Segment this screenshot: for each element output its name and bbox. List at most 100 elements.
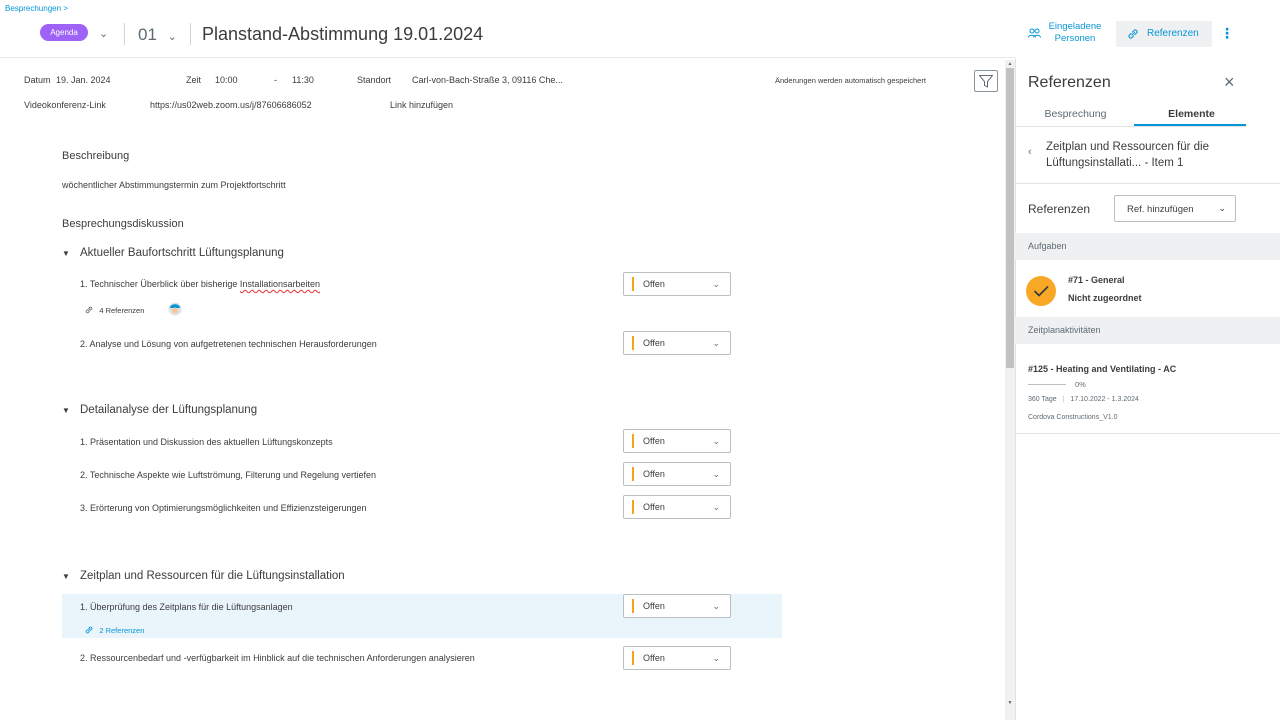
breadcrumb-chevron-icon: > xyxy=(63,4,68,13)
agenda-item-text[interactable]: 2. Technische Aspekte wie Luftströmung, … xyxy=(80,470,376,480)
agenda-group-title: Aktueller Baufortschritt Lüftungsplanung xyxy=(80,247,284,259)
scrollbar-thumb[interactable] xyxy=(1006,68,1014,368)
tab-divider xyxy=(1015,126,1246,127)
references-link[interactable]: 4 Referenzen xyxy=(84,302,144,316)
date-value[interactable]: 19. Jan. 2024 xyxy=(56,75,111,85)
chevron-down-icon: ⌄ xyxy=(167,31,177,43)
date-label: Datum xyxy=(24,75,51,85)
agenda-group-header[interactable]: ▼ Detailanalyse der Lüftungsplanung xyxy=(62,404,257,416)
time-start[interactable]: 10:00 xyxy=(215,75,238,85)
task-title[interactable]: #71 - General xyxy=(1068,275,1125,285)
spellcheck-word: Installationsarbeiten xyxy=(239,279,320,289)
location-value[interactable]: Carl-von-Bach-Straße 3, 09116 Che... xyxy=(412,75,563,85)
chevron-down-icon: ⌄ xyxy=(712,469,720,479)
references-button[interactable]: Referenzen xyxy=(1116,21,1212,47)
task-status-icon xyxy=(1026,276,1056,306)
status-indicator xyxy=(632,336,634,350)
agenda-item-text[interactable]: 2. Analyse und Lösung von aufgetretenen … xyxy=(80,339,377,349)
status-dropdown[interactable]: Offen ⌄ xyxy=(623,429,731,453)
agenda-item-text[interactable]: 1. Präsentation und Diskussion des aktue… xyxy=(80,437,333,447)
status-dropdown[interactable]: Offen ⌄ xyxy=(623,495,731,519)
agenda-item-text[interactable]: 1. Überprüfung des Zeitplans für die Lüf… xyxy=(80,602,293,612)
references-count: 2 Referenzen xyxy=(99,626,145,635)
scroll-up-arrow-icon[interactable]: ▲ xyxy=(1006,61,1014,67)
breadcrumb[interactable]: Besprechungen > xyxy=(5,4,68,13)
description-heading: Beschreibung xyxy=(62,150,130,162)
references-button-label: Referenzen xyxy=(1147,28,1199,39)
agenda-item-text[interactable]: 2. Ressourcenbedarf und -verfügbarkeit i… xyxy=(80,653,475,663)
references-link[interactable]: 2 Referenzen xyxy=(84,622,144,636)
references-section-label: Referenzen xyxy=(1028,202,1091,216)
tab-besprechung[interactable]: Besprechung xyxy=(1018,108,1133,120)
agenda-item-text[interactable]: 3. Erörterung von Optimierungsmöglichkei… xyxy=(80,503,367,513)
panel-divider xyxy=(1015,433,1280,434)
status-dropdown[interactable]: Offen ⌄ xyxy=(623,331,731,355)
breadcrumb-link[interactable]: Besprechungen xyxy=(5,4,61,13)
time-end[interactable]: 11:30 xyxy=(292,75,314,85)
selected-item-title: Zeitplan und Ressourcen für die Lüftungs… xyxy=(1046,139,1251,171)
activity-progress: 0% xyxy=(1075,380,1086,389)
chevron-down-icon: ⌄ xyxy=(712,601,720,611)
filter-button[interactable] xyxy=(974,70,998,92)
item-number: 01 xyxy=(138,25,157,44)
selected-item-title-line1: Zeitplan und Ressourcen für die xyxy=(1046,141,1210,153)
activities-section-header: Zeitplanaktivitäten xyxy=(1015,317,1280,344)
video-link[interactable]: https://us02web.zoom.us/j/87606686052 xyxy=(150,100,312,110)
chevron-down-icon: ⌄ xyxy=(712,436,720,446)
invite-label-line2: Personen xyxy=(1054,33,1096,44)
agenda-group-title: Zeitplan und Ressourcen für die Lüftungs… xyxy=(80,570,345,582)
panel-divider xyxy=(1015,183,1280,184)
link-icon xyxy=(1128,29,1138,39)
activity-project: Cordova Constructions_V1.0 xyxy=(1028,414,1118,421)
status-dropdown[interactable]: Offen ⌄ xyxy=(623,462,731,486)
more-options-icon[interactable]: ⋮ xyxy=(1220,26,1234,42)
add-link-button[interactable]: Link hinzufügen xyxy=(390,100,453,110)
status-label: Offen xyxy=(643,653,665,663)
agenda-item-text: 1. Technischer Überblick über bisherige xyxy=(80,279,240,289)
location-label: Standort xyxy=(357,75,392,85)
references-count: 4 Referenzen xyxy=(99,306,145,315)
status-dropdown[interactable]: Offen ⌄ xyxy=(623,646,731,670)
status-label: Offen xyxy=(643,502,665,512)
activity-title[interactable]: #125 - Heating and Ventilating - AC xyxy=(1028,364,1176,374)
item-number-select[interactable]: 01 ⌄ xyxy=(138,25,177,45)
collapse-triangle-icon[interactable]: ▼ xyxy=(62,249,80,258)
status-label: Offen xyxy=(643,279,665,289)
invite-label-line1: Eingeladene xyxy=(1048,21,1102,32)
chevron-down-icon: ⌄ xyxy=(712,502,720,512)
link-icon xyxy=(85,306,93,314)
chevron-down-icon: ⌄ xyxy=(712,338,720,348)
status-indicator xyxy=(632,651,634,665)
chevron-down-icon[interactable]: ⌄ xyxy=(99,27,108,40)
chevron-down-icon: ⌄ xyxy=(712,653,720,663)
activity-dates: 17.10.2022 - 1.3.2024 xyxy=(1070,396,1139,403)
invited-people-button[interactable]: Eingeladene Personen xyxy=(1028,20,1108,50)
avatar-icon[interactable] xyxy=(167,302,183,316)
description-text[interactable]: wöchentlicher Abstimmungstermin zum Proj… xyxy=(62,180,286,190)
time-label: Zeit xyxy=(186,75,202,85)
page-title[interactable]: Planstand-Abstimmung 19.01.2024 xyxy=(202,24,483,45)
collapse-triangle-icon[interactable]: ▼ xyxy=(62,572,80,581)
tab-elemente[interactable]: Elemente xyxy=(1134,108,1249,120)
header-divider-line xyxy=(0,57,1015,58)
collapse-triangle-icon[interactable]: ▼ xyxy=(62,406,80,415)
status-indicator xyxy=(632,434,634,448)
status-label: Offen xyxy=(643,601,665,611)
agenda-group-header[interactable]: ▼ Zeitplan und Ressourcen für die Lüftung… xyxy=(62,570,345,582)
add-reference-label: Ref. hinzufügen xyxy=(1127,204,1194,215)
scroll-down-arrow-icon[interactable]: ▼ xyxy=(1006,700,1014,706)
agenda-pill[interactable]: Agenda xyxy=(40,24,88,41)
agenda-item[interactable]: 1. Technischer Überblick über bisherige … xyxy=(80,279,320,289)
people-icon xyxy=(1028,28,1041,38)
close-icon[interactable]: × xyxy=(1224,72,1235,93)
status-dropdown[interactable]: Offen ⌄ xyxy=(623,272,731,296)
activity-schedule: 360 Tage | 17.10.2022 - 1.3.2024 xyxy=(1028,396,1139,403)
add-reference-dropdown[interactable]: Ref. hinzufügen ⌄ xyxy=(1114,195,1236,222)
checkmark-icon xyxy=(1034,286,1049,297)
time-separator: - xyxy=(274,75,277,85)
video-link-label: Videokonferenz-Link xyxy=(24,100,106,110)
status-label: Offen xyxy=(643,469,665,479)
back-chevron-icon[interactable]: ‹ xyxy=(1028,146,1032,158)
status-dropdown[interactable]: Offen ⌄ xyxy=(623,594,731,618)
agenda-group-header[interactable]: ▼ Aktueller Baufortschritt Lüftungsplanun… xyxy=(62,247,284,259)
